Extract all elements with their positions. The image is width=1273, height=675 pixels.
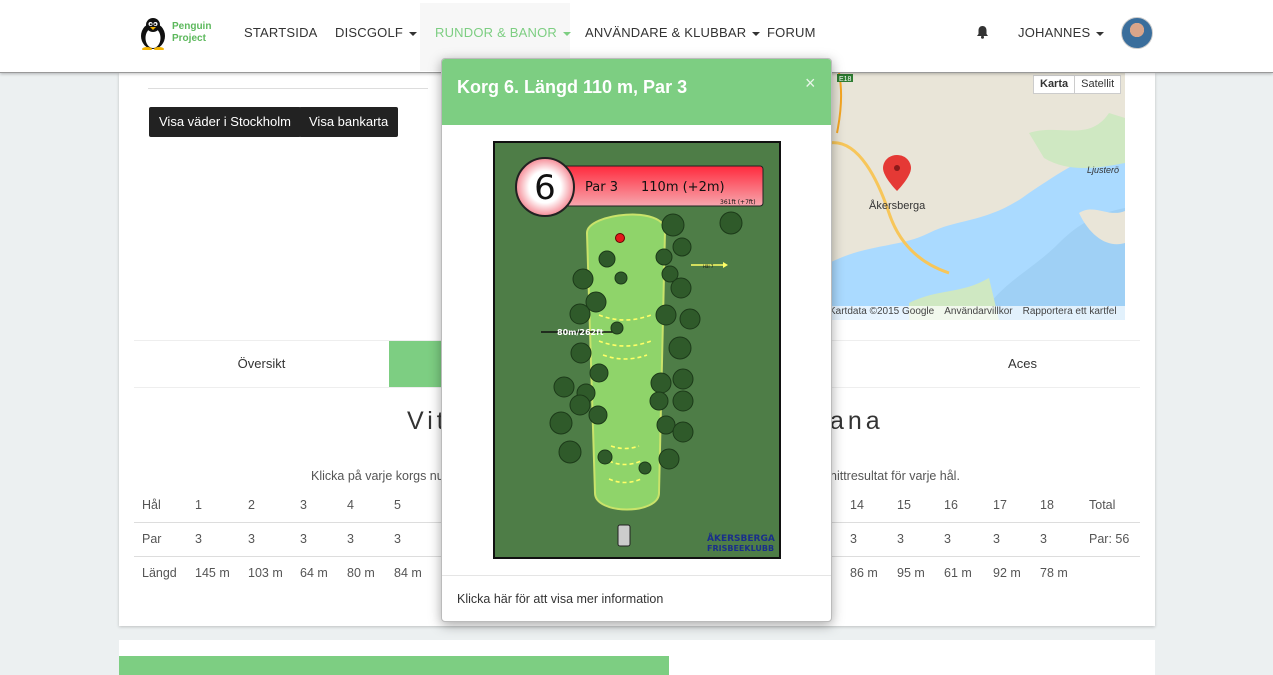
tab-oversikt[interactable]: Översikt: [134, 341, 389, 387]
penguin-icon: [141, 18, 165, 50]
table-header-total: Total: [1089, 498, 1116, 512]
table-hint-left: Klicka på varje korgs nu: [311, 469, 444, 483]
brand-line2: Project: [172, 33, 206, 44]
length-cell: 103 m: [248, 566, 283, 580]
map-terms-link[interactable]: Användarvillkor: [944, 306, 1012, 320]
length-cell: 64 m: [300, 566, 328, 580]
modal-header: Korg 6. Längd 110 m, Par 3 ×: [442, 59, 831, 125]
table-header-cell[interactable]: 4: [347, 498, 354, 512]
table-header-cell[interactable]: 17: [993, 498, 1007, 512]
course-map[interactable]: E18 Åkersberga Ljusterö: [829, 73, 1125, 320]
second-card-header: [119, 656, 669, 675]
brand-line1: Penguin: [172, 21, 212, 32]
par-cell: 3: [993, 532, 1000, 546]
length-cell: 145 m: [195, 566, 230, 580]
par-cell: 3: [850, 532, 857, 546]
road-label: E18: [839, 76, 852, 83]
caret-down-icon: [562, 31, 571, 36]
par-cell: 3: [1040, 532, 1047, 546]
tab-active-highlight[interactable]: [389, 341, 449, 387]
table-header-cell[interactable]: 16: [944, 498, 958, 512]
map-report-link[interactable]: Rapportera ett kartfel: [1023, 306, 1117, 320]
table-header-cell[interactable]: 18: [1040, 498, 1054, 512]
map-attribution: Kartdata ©2015 Google: [829, 306, 935, 317]
map-canvas: E18 Åkersberga Ljusterö: [829, 73, 1125, 320]
map-footer: Kartdata ©2015 Google Användarvillkor Ra…: [829, 306, 1125, 320]
nav-label: ANVÄNDARE & KLUBBAR: [585, 25, 747, 40]
nav-label: RUNDOR & BANOR: [435, 25, 557, 40]
nav-startsida[interactable]: STARTSIDA: [244, 25, 318, 40]
hole-modal: Korg 6. Längd 110 m, Par 3 × 6 Par 3 110…: [441, 58, 832, 622]
hole-diagram[interactable]: 6 Par 3 110m (+2m) 361ft (+7ft) Hål 7 80…: [493, 141, 781, 559]
caret-down-icon: [1096, 31, 1105, 36]
map-type-karta[interactable]: Karta: [1034, 76, 1076, 93]
map-place-side: Ljusterö: [1087, 165, 1119, 175]
avatar[interactable]: [1121, 17, 1153, 49]
club-logo-line2: FRISBEEKLUBB: [707, 544, 774, 553]
close-icon[interactable]: ×: [805, 73, 816, 94]
map-place-main: Åkersberga: [869, 199, 926, 212]
hole-map: 6 Par 3 110m (+2m) 361ft (+7ft) Hål 7 80…: [495, 143, 779, 557]
tab-aces[interactable]: Aces: [905, 341, 1140, 387]
table-header-cell[interactable]: 5: [394, 498, 401, 512]
more-info-link[interactable]: Klicka här för att visa mer information: [457, 592, 663, 606]
table-header-cell[interactable]: 1: [195, 498, 202, 512]
par-cell: 3: [195, 532, 202, 546]
nav-rundor-banor[interactable]: RUNDOR & BANOR: [435, 25, 571, 40]
length-cell: 84 m: [394, 566, 422, 580]
nav-label: DISCGOLF: [335, 25, 404, 40]
modal-divider: [442, 575, 831, 576]
length-cell: 92 m: [993, 566, 1021, 580]
par-total: Par: 56: [1089, 532, 1130, 546]
table-header-cell[interactable]: 14: [850, 498, 864, 512]
divider: [148, 88, 428, 89]
distance-marker: 80m/262ft: [557, 328, 604, 337]
table-hint-right: nittresultat för varje hål.: [830, 469, 960, 483]
user-menu[interactable]: JOHANNES: [1018, 25, 1105, 40]
table-header-cell[interactable]: 2: [248, 498, 255, 512]
par-cell: 3: [394, 532, 401, 546]
table-header-cell[interactable]: 15: [897, 498, 911, 512]
user-name: JOHANNES: [1018, 25, 1091, 40]
club-logo-line1: ÅKERSBERGA: [707, 533, 775, 544]
table-header-label: Hål: [142, 498, 161, 512]
nav-forum[interactable]: FORUM: [767, 25, 816, 40]
map-type-satellit[interactable]: Satellit: [1075, 76, 1120, 93]
hole-number: 6: [534, 168, 556, 208]
length-cell: 80 m: [347, 566, 375, 580]
table-header-cell[interactable]: 3: [300, 498, 307, 512]
nav-label: STARTSIDA: [244, 25, 318, 40]
table-row-label: Par: [142, 532, 162, 546]
bell-icon[interactable]: [976, 25, 989, 39]
next-hole-arrow-label: Hål 7: [703, 264, 714, 269]
hole-feet-label: 361ft (+7ft): [720, 199, 756, 206]
length-cell: 95 m: [897, 566, 925, 580]
course-title-right: ana: [830, 407, 884, 435]
par-cell: 3: [248, 532, 255, 546]
par-cell: 3: [347, 532, 354, 546]
nav-anvandare-klubbar[interactable]: ANVÄNDARE & KLUBBAR: [585, 25, 761, 40]
par-cell: 3: [944, 532, 951, 546]
length-cell: 78 m: [1040, 566, 1068, 580]
hole-par-label: Par 3: [585, 180, 618, 195]
par-cell: 3: [300, 532, 307, 546]
map-type-control: Karta Satellit: [1033, 75, 1122, 94]
table-row-label: Längd: [142, 566, 177, 580]
hole-length-label: 110m (+2m): [641, 180, 725, 195]
caret-down-icon: [752, 31, 761, 36]
nav-label: FORUM: [767, 25, 816, 40]
length-cell: 86 m: [850, 566, 878, 580]
par-cell: 3: [897, 532, 904, 546]
course-map-button[interactable]: Visa bankarta: [299, 107, 399, 137]
weather-button[interactable]: Visa väder i Stockholm: [149, 107, 301, 137]
nav-discgolf[interactable]: DISCGOLF: [335, 25, 418, 40]
brand-logo[interactable]: Penguin Project: [137, 16, 217, 50]
modal-title: Korg 6. Längd 110 m, Par 3: [457, 77, 688, 97]
length-cell: 61 m: [944, 566, 972, 580]
caret-down-icon: [409, 31, 418, 36]
